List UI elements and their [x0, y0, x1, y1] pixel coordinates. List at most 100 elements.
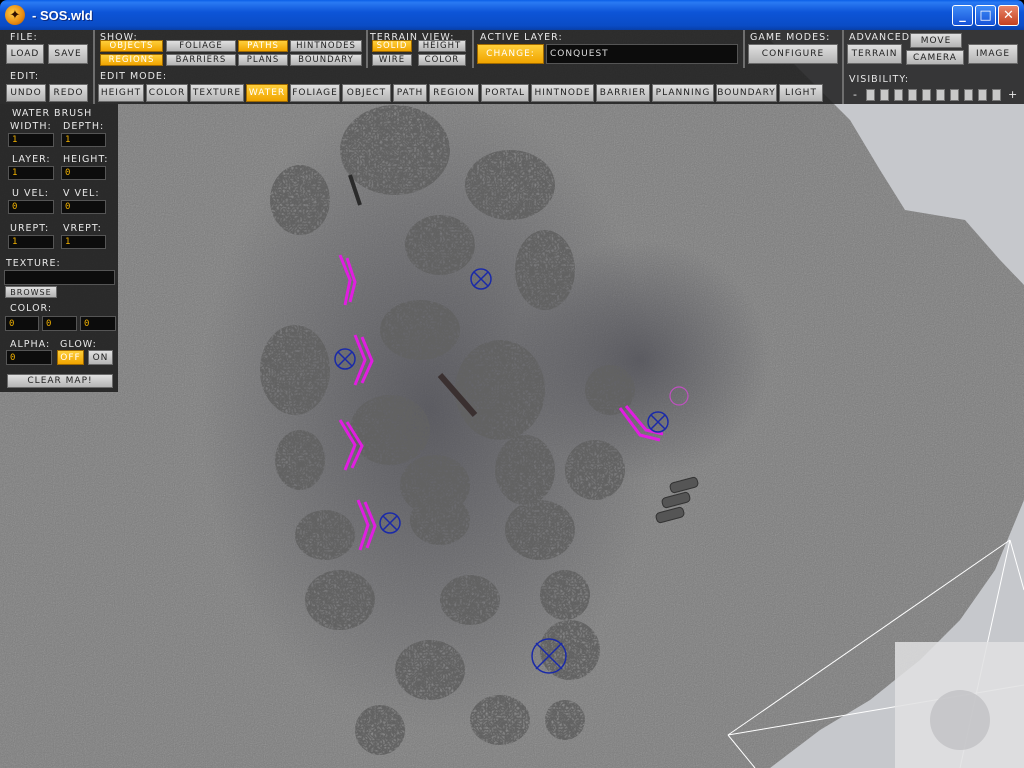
color-label: Color: — [10, 303, 53, 314]
separator — [472, 30, 474, 68]
v-rept-label: VRept: — [63, 223, 102, 234]
load-button[interactable]: Load — [6, 44, 44, 64]
advanced-terrain-button[interactable]: Terrain — [847, 44, 902, 64]
browse-button[interactable]: Browse — [5, 286, 57, 298]
save-button[interactable]: Save — [48, 44, 88, 64]
advanced-move-button[interactable]: Move — [910, 33, 962, 48]
visibility-step[interactable] — [978, 89, 987, 101]
alpha-label: Alpha: — [10, 339, 51, 350]
maximize-button[interactable]: □ — [975, 5, 996, 26]
u-vel-label: U Vel: — [12, 188, 49, 199]
app-icon: ✦ — [5, 5, 25, 25]
u-rept-field[interactable]: 1 — [8, 235, 54, 249]
v-vel-label: V Vel: — [63, 188, 100, 199]
editor-toolbar: File: Load Save Show: Terrain View: Acti… — [0, 30, 1024, 104]
window-title: - SOS.wld — [32, 7, 93, 23]
glow-label: Glow: — [60, 339, 97, 350]
edit-mode-object[interactable]: Object — [342, 84, 391, 102]
world-viewport[interactable] — [0, 30, 1024, 768]
terrain-view-height[interactable]: Height — [418, 40, 466, 52]
change-layer-button[interactable]: Change: — [477, 44, 544, 64]
visibility-step[interactable] — [894, 89, 903, 101]
u-vel-field[interactable]: 0 — [8, 200, 54, 214]
glow-off-button[interactable]: Off — [57, 350, 84, 365]
active-layer-field[interactable]: conquest — [546, 44, 738, 64]
close-button[interactable]: ✕ — [998, 5, 1019, 26]
advanced-camera-button[interactable]: Camera — [906, 50, 964, 65]
show-toggle-barriers[interactable]: Barriers — [166, 54, 236, 66]
separator — [842, 30, 844, 104]
edit-mode-boundary[interactable]: Boundary — [716, 84, 777, 102]
visibility-step[interactable] — [950, 89, 959, 101]
edit-mode-color[interactable]: Color — [146, 84, 188, 102]
advanced-label: Advanced — [849, 32, 911, 43]
edit-label: Edit: — [10, 71, 40, 82]
depth-label: Depth: — [63, 121, 105, 132]
glow-on-button[interactable]: On — [88, 350, 113, 365]
show-toggle-hintnodes[interactable]: HintNodes — [290, 40, 362, 52]
edit-mode-light[interactable]: Light — [779, 84, 823, 102]
separator — [366, 30, 368, 68]
edit-mode-water[interactable]: Water — [246, 84, 288, 102]
separator — [743, 30, 745, 68]
file-label: File: — [10, 32, 38, 43]
show-toggle-paths[interactable]: Paths — [238, 40, 288, 52]
edit-mode-planning[interactable]: Planning — [652, 84, 714, 102]
visibility-decrease-button[interactable]: - — [853, 88, 858, 101]
width-field[interactable]: 1 — [8, 133, 54, 147]
show-toggle-foliage[interactable]: Foliage — [166, 40, 236, 52]
edit-mode-height[interactable]: Height — [98, 84, 144, 102]
height-field[interactable]: 0 — [61, 166, 106, 180]
color-green-field[interactable]: 0 — [42, 316, 77, 331]
visibility-increase-button[interactable]: + — [1008, 88, 1018, 101]
color-blue-field[interactable]: 0 — [80, 316, 116, 331]
layer-label: Layer: — [12, 154, 51, 165]
depth-field[interactable]: 1 — [61, 133, 106, 147]
clear-map-button[interactable]: Clear Map! — [7, 374, 113, 388]
layer-field[interactable]: 1 — [8, 166, 54, 180]
u-rept-label: URept: — [10, 223, 50, 234]
visibility-step[interactable] — [964, 89, 973, 101]
v-rept-field[interactable]: 1 — [61, 235, 106, 249]
edit-mode-portal[interactable]: Portal — [481, 84, 529, 102]
separator — [93, 30, 95, 68]
show-toggle-objects[interactable]: Objects — [100, 40, 163, 52]
minimize-button[interactable]: _ — [952, 5, 973, 26]
visibility-step[interactable] — [908, 89, 917, 101]
terrain-view-wire[interactable]: Wire — [372, 54, 412, 66]
height-label: Height: — [63, 154, 109, 165]
advanced-image-button[interactable]: Image — [968, 44, 1018, 64]
edit-mode-path[interactable]: Path — [393, 84, 427, 102]
visibility-step[interactable] — [880, 89, 889, 101]
game-modes-label: Game Modes: — [750, 32, 831, 43]
edit-mode-foliage[interactable]: Foliage — [290, 84, 340, 102]
width-label: Width: — [10, 121, 52, 132]
edit-mode-region[interactable]: Region — [429, 84, 479, 102]
terrain-view-solid[interactable]: Solid — [372, 40, 412, 52]
water-brush-title: Water Brush — [12, 108, 93, 119]
visibility-step[interactable] — [866, 89, 875, 101]
color-red-field[interactable]: 0 — [5, 316, 39, 331]
texture-label: Texture: — [6, 258, 61, 269]
edit-mode-label: Edit Mode: — [100, 71, 168, 82]
show-toggle-plans[interactable]: Plans — [238, 54, 288, 66]
terrain-view-color[interactable]: Color — [418, 54, 466, 66]
redo-button[interactable]: Redo — [49, 84, 88, 102]
show-toggle-regions[interactable]: Regions — [100, 54, 163, 66]
texture-field[interactable] — [4, 270, 115, 285]
visibility-label: Visibility: — [849, 74, 910, 85]
visibility-step[interactable] — [922, 89, 931, 101]
separator — [93, 68, 95, 104]
alpha-field[interactable]: 0 — [6, 350, 52, 365]
configure-button[interactable]: Configure — [748, 44, 838, 64]
visibility-step[interactable] — [992, 89, 1001, 101]
visibility-step[interactable] — [936, 89, 945, 101]
window-titlebar[interactable]: ✦ - SOS.wld _ □ ✕ — [0, 0, 1024, 30]
show-toggle-boundary[interactable]: Boundary — [290, 54, 362, 66]
edit-mode-hintnode[interactable]: HintNode — [531, 84, 594, 102]
edit-mode-texture[interactable]: Texture — [190, 84, 244, 102]
undo-button[interactable]: Undo — [6, 84, 46, 102]
v-vel-field[interactable]: 0 — [61, 200, 106, 214]
edit-mode-barrier[interactable]: Barrier — [596, 84, 650, 102]
terrain-map[interactable] — [0, 30, 1024, 768]
